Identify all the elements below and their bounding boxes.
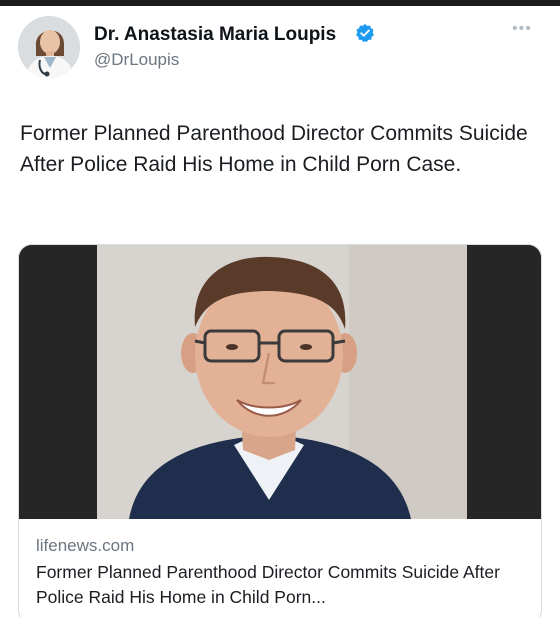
man-portrait-photo	[19, 245, 541, 519]
verified-badge-icon[interactable]	[355, 23, 375, 43]
avatar-photo	[18, 16, 80, 78]
link-title: Former Planned Parenthood Director Commi…	[36, 562, 500, 607]
link-preview-card[interactable]: lifenews.com Former Planned Parenthood D…	[18, 244, 542, 618]
author-avatar[interactable]	[18, 16, 80, 78]
link-domain: lifenews.com	[36, 536, 135, 555]
author-name[interactable]: Dr. Anastasia Maria Loupis	[94, 24, 336, 46]
tweet: Dr. Anastasia Maria Loupis @DrLoupis •••…	[0, 6, 560, 618]
more-horizontal-icon[interactable]: •••	[512, 20, 532, 38]
author-handle[interactable]: @DrLoupis	[94, 50, 179, 70]
tweet-text: Former Planned Parenthood Director Commi…	[20, 122, 528, 176]
link-preview-image	[19, 245, 541, 519]
